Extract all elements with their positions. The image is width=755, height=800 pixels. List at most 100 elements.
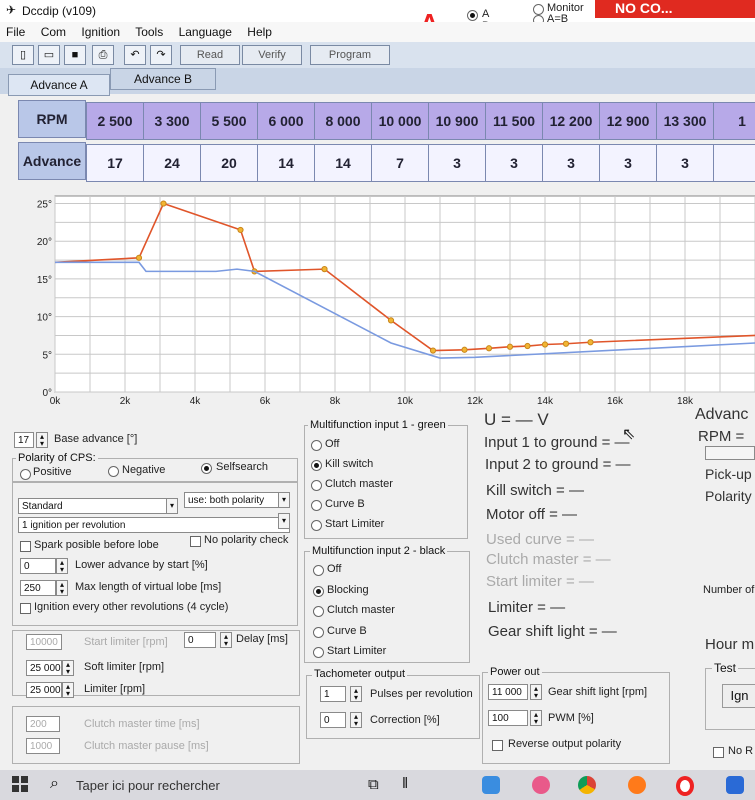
pwm-spinner[interactable]: ▴ ▾ (530, 710, 542, 726)
mode-select-arrow[interactable]: ▾ (166, 498, 178, 514)
tab-advance-b[interactable]: Advance B (110, 68, 216, 90)
redo-icon[interactable]: ↷ (150, 45, 172, 65)
print-icon[interactable]: ⎙ (92, 45, 114, 65)
base-advance-input[interactable]: 17 (14, 432, 34, 448)
menu-file[interactable]: File (6, 25, 25, 39)
radio-a[interactable] (467, 10, 478, 21)
tab-advance-a[interactable]: Advance A (8, 74, 110, 96)
rpm-cell[interactable]: 11 500 (485, 102, 543, 140)
advance-cell[interactable]: 3 (428, 144, 486, 182)
gear-light-spinner[interactable]: ▴ ▾ (530, 684, 542, 700)
mf2-radio-clutch-master[interactable] (313, 606, 324, 617)
chrome-icon[interactable] (578, 776, 596, 794)
advance-cell[interactable]: 7 (371, 144, 429, 182)
pulses-spinner[interactable]: ▴ ▾ (350, 686, 362, 702)
windows-start-icon[interactable] (12, 776, 28, 792)
rpm-cell[interactable]: 12 900 (599, 102, 657, 140)
soft-limiter-spinner[interactable]: ▴ ▾ (62, 660, 74, 676)
advance-cell[interactable]: 17 (86, 144, 144, 182)
radio-negative[interactable] (108, 466, 119, 477)
store-app-icon[interactable] (482, 776, 500, 794)
correction-spinner[interactable]: ▴ ▾ (350, 712, 362, 728)
use-select-arrow[interactable]: ▾ (278, 492, 290, 508)
advance-cell[interactable] (713, 144, 755, 182)
mf1-radio-off[interactable] (311, 440, 322, 451)
taskbar-search-box[interactable]: Taper ici pour rechercher (76, 778, 220, 793)
rpm-cell[interactable]: 10 000 (371, 102, 429, 140)
rpm-cell[interactable]: 2 500 (86, 102, 144, 140)
mf2-radio-start-limiter[interactable] (313, 647, 324, 658)
advance-cell[interactable]: 3 (542, 144, 600, 182)
advance-cell[interactable]: 24 (143, 144, 201, 182)
rpm-cell[interactable]: 8 000 (314, 102, 372, 140)
radio-positive[interactable] (20, 469, 31, 480)
advance-cell[interactable]: 14 (257, 144, 315, 182)
clutch-pause-input[interactable]: 1000 (26, 738, 60, 754)
no-polarity-check-checkbox[interactable] (190, 536, 201, 547)
gear-light-input[interactable]: 11 000 (488, 684, 528, 700)
delay-input[interactable]: 0 (184, 632, 216, 648)
mf2-radio-off[interactable] (313, 565, 324, 576)
menu-help[interactable]: Help (247, 25, 272, 39)
limiter-spinner[interactable]: ▴ ▾ (62, 682, 74, 698)
advance-cell[interactable]: 3 (485, 144, 543, 182)
radio-monitor[interactable] (533, 4, 544, 15)
right-ign-button[interactable]: Ign (722, 684, 755, 708)
pwm-input[interactable]: 100 (488, 710, 528, 726)
mode-select[interactable]: Standard (18, 498, 178, 514)
program-button[interactable]: Program (310, 45, 390, 65)
limiter-input[interactable]: 25 000 (26, 682, 62, 698)
use-select[interactable]: use: both polarity (184, 492, 290, 508)
rpm-cell[interactable]: 6 000 (257, 102, 315, 140)
reverse-polarity-checkbox[interactable] (492, 740, 503, 751)
open-folder-icon[interactable]: ▭ (38, 45, 60, 65)
menu-ignition[interactable]: Ignition (81, 25, 120, 39)
app2-icon[interactable] (532, 776, 550, 794)
menu-language[interactable]: Language (179, 25, 232, 39)
delay-spinner[interactable]: ▴ ▾ (220, 632, 232, 648)
mf1-radio-kill-switch[interactable] (311, 460, 322, 471)
lower-advance-spinner[interactable]: ▴ ▾ (56, 558, 68, 574)
advance-cell[interactable]: 3 (656, 144, 714, 182)
mf1-radio-curve-b[interactable] (311, 500, 322, 511)
undo-icon[interactable]: ↶ (124, 45, 146, 65)
advance-cell[interactable]: 3 (599, 144, 657, 182)
max-lobe-input[interactable]: 250 (20, 580, 56, 596)
rpm-cell[interactable]: 12 200 (542, 102, 600, 140)
correction-input[interactable]: 0 (320, 712, 346, 728)
rpm-cell[interactable]: 3 300 (143, 102, 201, 140)
rpm-cell[interactable]: 13 300 (656, 102, 714, 140)
ignition-select[interactable]: 1 ignition per revolution (18, 517, 290, 533)
mf2-radio-curve-b[interactable] (313, 626, 324, 638)
advance-cell[interactable]: 20 (200, 144, 258, 182)
clutch-time-input[interactable]: 200 (26, 716, 60, 732)
mf1-radio-clutch-master[interactable] (311, 480, 322, 491)
read-button[interactable]: Read (180, 45, 240, 65)
rpm-cell[interactable]: 10 900 (428, 102, 486, 140)
mf2-radio-blocking[interactable] (313, 585, 324, 597)
every-other-checkbox[interactable] (20, 603, 31, 614)
spark-before-lobe-checkbox[interactable] (20, 541, 31, 552)
firefox-icon[interactable] (628, 776, 646, 794)
right-no-r-checkbox[interactable] (713, 747, 724, 758)
task-view-icon[interactable]: ⧉ (368, 776, 379, 793)
pulses-input[interactable]: 1 (320, 686, 346, 702)
new-file-icon[interactable]: ▯ (12, 45, 34, 65)
lower-advance-input[interactable]: 0 (20, 558, 56, 574)
start-limiter-input[interactable]: 10000 (26, 634, 62, 650)
rpm-cell[interactable]: 1 (713, 102, 755, 140)
soft-limiter-input[interactable]: 25 000 (26, 660, 62, 676)
verify-button[interactable]: Verify (242, 45, 302, 65)
base-advance-spinner[interactable]: ▴ ▾ (36, 432, 48, 448)
app6-icon[interactable] (726, 776, 744, 794)
menu-com[interactable]: Com (41, 25, 66, 39)
advance-cell[interactable]: 14 (314, 144, 372, 182)
max-lobe-spinner[interactable]: ▴ ▾ (56, 580, 68, 596)
rpm-cell[interactable]: 5 500 (200, 102, 258, 140)
opera-icon[interactable] (676, 776, 694, 796)
mf1-radio-start-limiter[interactable] (311, 520, 322, 531)
save-icon[interactable]: ■ (64, 45, 86, 65)
menu-tools[interactable]: Tools (135, 25, 163, 39)
ignition-select-arrow[interactable]: ▾ (278, 513, 290, 529)
search-icon[interactable]: ⌕ (50, 775, 59, 793)
